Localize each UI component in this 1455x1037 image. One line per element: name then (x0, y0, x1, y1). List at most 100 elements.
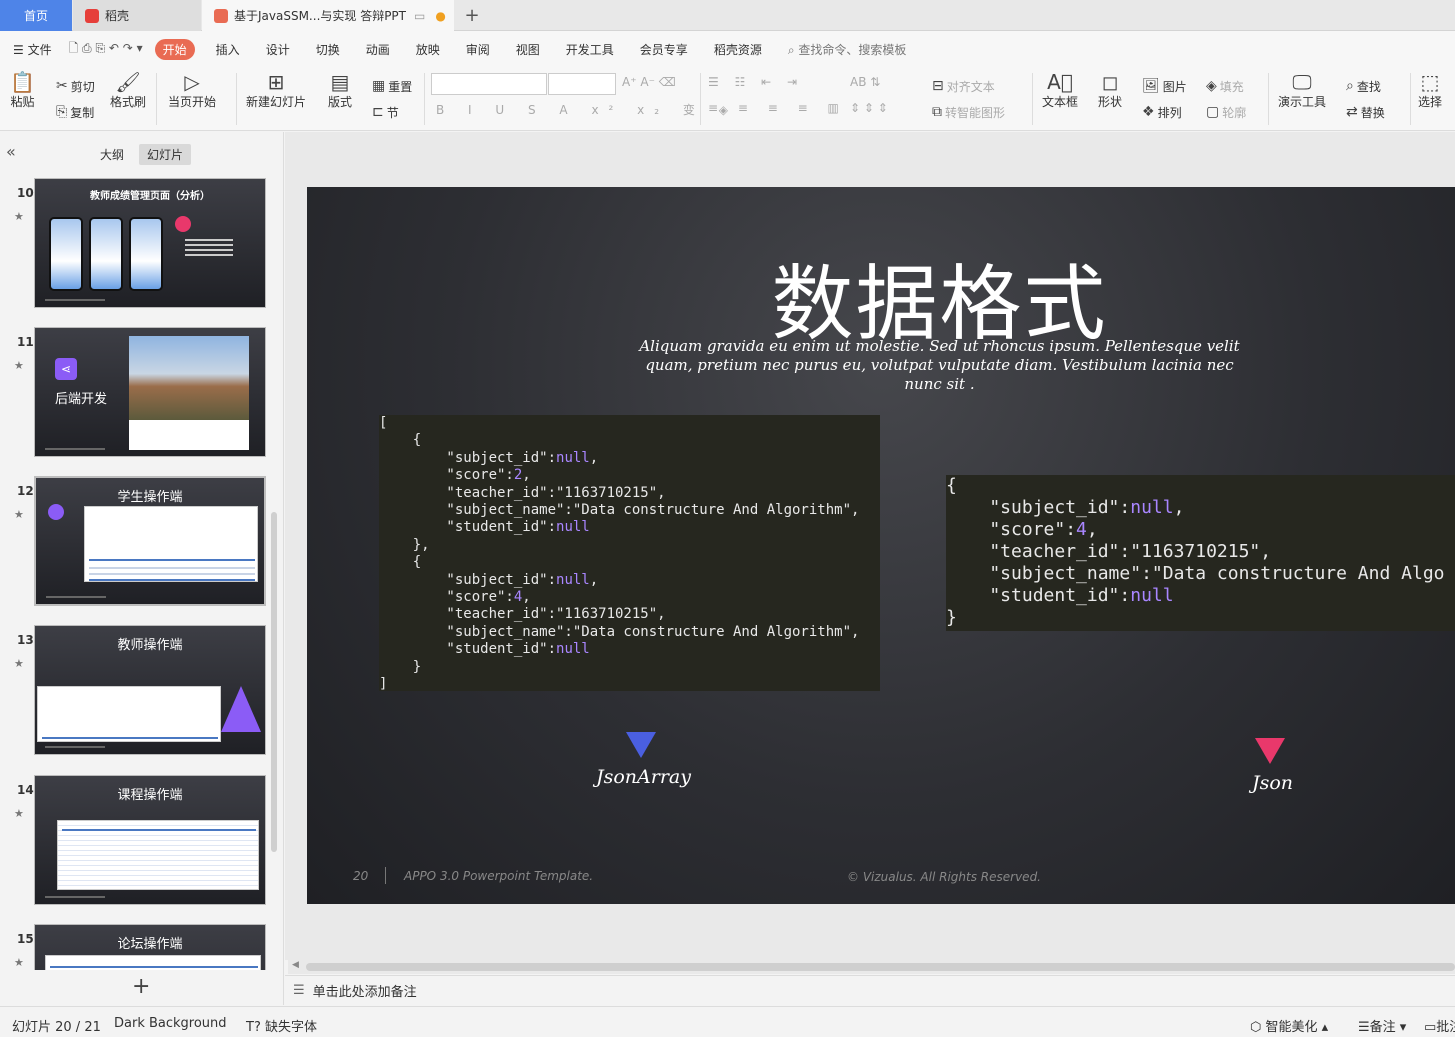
json-label[interactable]: Json (1252, 772, 1293, 794)
shape-icon: ◻ (1101, 70, 1119, 94)
code-line: "student_id":null (379, 519, 590, 536)
code-line: "score":4, (946, 519, 1098, 540)
horizontal-scrollbar[interactable]: ◀ (288, 960, 1455, 974)
smart-shape-button[interactable]: ⧉ 转智能图形 (932, 101, 1005, 123)
slide-thumbnail-11[interactable]: 11 ★ ⋖ 后端开发 (0, 327, 270, 461)
section-button[interactable]: ⊏ 节 (372, 101, 399, 123)
slide-subtitle[interactable]: Aliquam gravida eu enim ut molestie. Sed… (632, 337, 1247, 394)
json-array-code-block[interactable]: [ { "subject_id":null, "score":2, "teach… (379, 415, 880, 692)
code-line: "score":4, (379, 589, 531, 606)
menu-home[interactable]: 开始 (154, 38, 195, 60)
find-button[interactable]: ⌕ 查找 (1346, 75, 1381, 97)
comments-label: 批注 (1436, 1020, 1455, 1035)
slide-thumbnail-10[interactable]: 10 ★ 教师成绩管理页面（分析） (0, 178, 270, 312)
cut-button[interactable]: ✂ 剪切 (56, 75, 95, 97)
menu-animation[interactable]: 动画 (366, 41, 390, 58)
slide-number: 13 (17, 633, 34, 647)
quick-access-icons[interactable]: 🗋 ⎙ ⎘ ↶ ↷ ▾ (69, 39, 143, 60)
text-format-icons[interactable]: B I U S A x² x₂ 变 ◈ (436, 101, 738, 118)
fill-button[interactable]: ◈ 填充 (1206, 75, 1244, 97)
slide-thumbnail-15[interactable]: 15 ★ 论坛操作端 (0, 924, 270, 970)
notes-icon: ☰ (293, 983, 305, 998)
json-array-label[interactable]: JsonArray (596, 766, 691, 788)
picture-button[interactable]: 🖼 图片 (1142, 75, 1187, 97)
tab-docer[interactable]: 稻壳 (73, 0, 201, 31)
brush-icon: 🖌 (115, 70, 141, 94)
menu-transition[interactable]: 切换 (316, 41, 340, 58)
present-tools-button[interactable]: 🖵 演示工具 (1278, 71, 1326, 110)
align-text-button[interactable]: ⊟ 对齐文本 (932, 75, 995, 97)
copy-button[interactable]: ⎘ 复制 (56, 101, 94, 123)
monitor-icon[interactable]: ▭ (414, 9, 425, 23)
outline-label: 轮廓 (1222, 105, 1247, 120)
slide-footer-template: APPO 3.0 Powerpoint Template. (404, 869, 594, 883)
select-button[interactable]: ⬚ 选择 (1418, 71, 1442, 110)
tab-outline[interactable]: 大纲 (92, 144, 132, 165)
missing-font-icon: T? (246, 1020, 261, 1035)
spacing-icons[interactable]: ⇕ ⇕ ⇕ (850, 101, 888, 115)
layout-label: 版式 (328, 95, 353, 109)
menu-insert[interactable]: 插入 (216, 41, 240, 58)
collapse-panel-icon[interactable]: « (6, 142, 16, 161)
textbox-button[interactable]: A⃞ 文本框 (1042, 71, 1078, 110)
font-family-select[interactable] (431, 73, 547, 95)
tab-document[interactable]: 基于JavaSSM...与实现 答辩PPT ▭ ● (202, 0, 454, 31)
menu-docer-resources[interactable]: 稻壳资源 (714, 41, 762, 58)
font-size-select[interactable] (548, 73, 616, 95)
align-icons[interactable]: ≡ ≡ ≡ ≡ ▥ (708, 101, 847, 115)
menu-view[interactable]: 视图 (516, 41, 540, 58)
find-icon: ⌕ (1346, 78, 1354, 94)
scroll-thumb[interactable] (306, 963, 1455, 971)
command-search[interactable]: ⌕ 查找命令、搜索模板 (788, 41, 907, 58)
replace-button[interactable]: ⇄ 替换 (1346, 101, 1385, 123)
menu-developer[interactable]: 开发工具 (566, 41, 614, 58)
menu-design[interactable]: 设计 (266, 41, 290, 58)
format-painter-button[interactable]: 🖌 格式刷 (110, 71, 146, 110)
reset-button[interactable]: ▦ 重置 (372, 75, 412, 97)
code-line: "teacher_id":"1163710215", (379, 606, 666, 623)
arrange-label: 排列 (1157, 105, 1182, 120)
tab-slides[interactable]: 幻灯片 (139, 144, 192, 165)
notes-pane[interactable]: ☰ 单击此处添加备注 (285, 975, 1455, 1005)
code-line: "subject_id":null, (379, 571, 599, 588)
missing-font-label: 缺失字体 (264, 1020, 317, 1035)
slide-thumbnail-14[interactable]: 14 ★ 课程操作端 (0, 775, 270, 909)
slide-thumbnail-13[interactable]: 13 ★ 教师操作端 (0, 625, 270, 759)
paste-button[interactable]: 📋 粘贴 (10, 71, 35, 110)
slide-preview-title: 教师操作端 (117, 638, 183, 653)
slide-thumbnail-12[interactable]: 12 ★ 学生操作端 (0, 476, 270, 610)
layout-button[interactable]: ▤ 版式 (328, 71, 352, 110)
tab-document-label: 基于JavaSSM...与实现 答辩PPT (234, 9, 406, 23)
smart-beautify-button[interactable]: ⬡ 智能美化 ▴ (1250, 1016, 1328, 1035)
add-tab-button[interactable]: + (462, 0, 482, 31)
smart-beautify-label: 智能美化 (1265, 1020, 1318, 1035)
current-slide[interactable]: 数据格式 Aliquam gravida eu enim ut molestie… (307, 187, 1455, 904)
menu-file[interactable]: ☰ 文件 (13, 41, 52, 58)
slide-footer (45, 448, 105, 450)
notes-toggle-button[interactable]: ☰备注 ▾ (1358, 1016, 1406, 1035)
phone-mockup (49, 217, 83, 291)
text-direction-icons[interactable]: AB ⇅ (850, 75, 880, 89)
fill-label: 填充 (1219, 79, 1244, 94)
shape-button[interactable]: ◻ 形状 (1098, 71, 1122, 110)
code-line: "subject_name":"Data constructure And Al… (379, 623, 860, 640)
menu-member[interactable]: 会员专享 (640, 41, 688, 58)
building-photo (129, 336, 249, 420)
tab-home[interactable]: 首页 (0, 0, 72, 31)
menu-slideshow[interactable]: 放映 (416, 41, 440, 58)
comments-button[interactable]: ▭批注 (1424, 1016, 1455, 1035)
play-from-current-button[interactable]: ▷ 当页开始 (168, 71, 216, 110)
panel-scrollbar[interactable] (271, 512, 277, 852)
missing-font-button[interactable]: T? 缺失字体 (246, 1016, 317, 1035)
list-icons[interactable]: ☰ ☷ ⇤ ⇥ (708, 75, 803, 89)
menu-review[interactable]: 审阅 (466, 41, 490, 58)
phone-mockup (129, 217, 163, 291)
json-object-code-block[interactable]: { "subject_id":null, "score":4, "teacher… (946, 475, 1455, 631)
scissors-icon: ✂ (56, 78, 68, 94)
outline-button[interactable]: ▢ 轮廓 (1206, 101, 1246, 123)
scroll-left-icon[interactable]: ◀ (292, 960, 299, 970)
font-grow-icon[interactable]: A⁺ A⁻ ⌫ (622, 75, 676, 89)
add-slide-button[interactable]: + (132, 974, 150, 999)
new-slide-button[interactable]: ⊞ 新建幻灯片 (246, 71, 306, 110)
arrange-button[interactable]: ❖ 排列 (1142, 101, 1182, 123)
